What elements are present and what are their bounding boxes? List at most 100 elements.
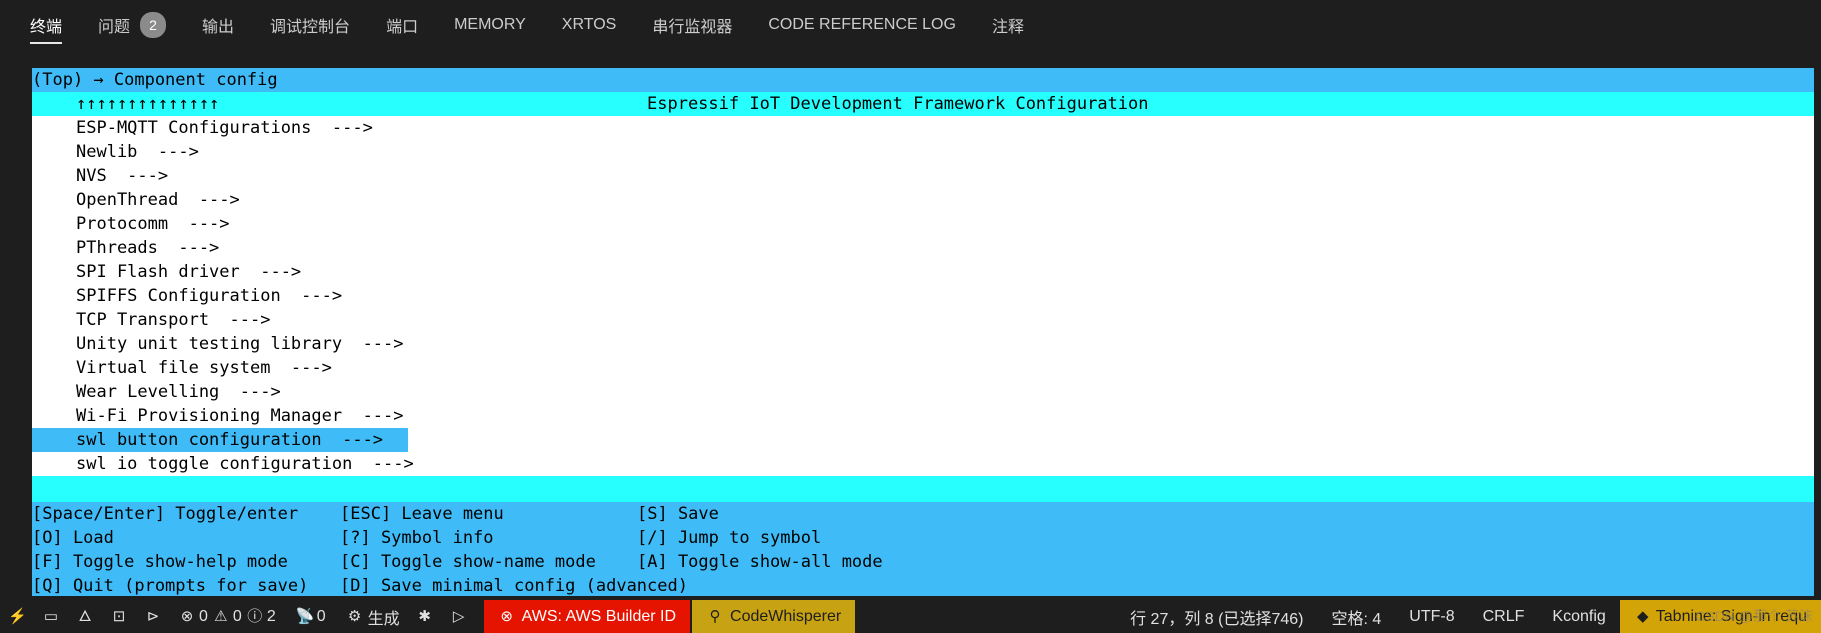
watermark: CSDN @那个 苏沫 <box>1695 608 1813 624</box>
menu-frame-title-bar: ↑↑↑↑↑↑↑↑↑↑↑↑↑↑ Espressif IoT Development… <box>32 92 1814 116</box>
status-bar: ⚡ ▭ 🜂 ⊡ ⊳ ⊗ 0 ⚠ 0 ⓘ 2 📡 0 ⚙ 生成 ✱ ▷ ⊗ AWS: AWS … <box>0 600 1821 633</box>
menu-item[interactable]: NVS ---> <box>32 164 1814 188</box>
tab-code-reference-log[interactable]: CODE REFERENCE LOG <box>768 2 956 48</box>
help-hint: [Space/Enter] Toggle/enter <box>32 504 299 524</box>
terminal-icon: ⊡ <box>112 607 126 625</box>
menu-item-label: Unity unit testing library ---> <box>76 334 404 354</box>
tab-output[interactable]: 输出 <box>202 2 234 48</box>
help-hint: [A] Toggle show-all mode <box>637 552 883 572</box>
build-button[interactable]: ⚙ 生成 <box>338 600 408 633</box>
end-of-line[interactable]: CRLF <box>1469 600 1539 633</box>
menu-item-label: Newlib ---> <box>76 142 199 162</box>
tab-ports-label: 端口 <box>386 19 419 36</box>
tab-xrtos[interactable]: XRTOS <box>562 2 617 48</box>
run-terminal-icon: ⊳ <box>146 607 160 625</box>
help-hint: [O] Load <box>32 528 114 548</box>
error-circle-icon: ⊗ <box>500 607 513 625</box>
info-icon: ⓘ <box>247 607 263 625</box>
tab-terminal[interactable]: 终端 <box>30 2 63 48</box>
menu-item-label: NVS ---> <box>76 166 169 186</box>
help-hint: [S] Save <box>637 504 719 524</box>
monitor-button[interactable]: ▭ <box>34 600 68 633</box>
menu-item[interactable]: TCP Transport ---> <box>32 308 1814 332</box>
menu-item-label: SPIFFS Configuration ---> <box>76 286 343 306</box>
indentation[interactable]: 空格: 4 <box>1318 600 1396 633</box>
help-hint: [/] Jump to symbol <box>637 528 822 548</box>
menu-item[interactable]: Protocomm ---> <box>32 212 1814 236</box>
broadcast-icon: 📡 <box>295 607 315 625</box>
terminal-button[interactable]: ⊡ <box>102 600 136 633</box>
aws-status[interactable]: ⊗ AWS: AWS Builder ID <box>483 600 691 633</box>
run-button[interactable]: ▷ <box>442 600 476 633</box>
monitor-icon: ▭ <box>43 607 59 625</box>
terminal-view[interactable]: (Top) → Component config ↑↑↑↑↑↑↑↑↑↑↑↑↑↑ … <box>32 68 1814 596</box>
menu-item[interactable]: Wi-Fi Provisioning Manager ---> <box>32 404 1814 428</box>
codewhisperer-label: CodeWhisperer <box>730 607 842 625</box>
tab-comments[interactable]: 注释 <box>992 2 1024 48</box>
gear-icon: ⚙ <box>347 607 362 625</box>
help-hint: [F] Toggle show-help mode <box>32 552 288 572</box>
run-terminal-button[interactable]: ⊳ <box>136 600 170 633</box>
tab-terminal-label: 终端 <box>30 19 63 36</box>
menu-item-label: SPI Flash driver ---> <box>76 262 302 282</box>
tab-serial-monitor[interactable]: 串行监视器 <box>652 2 732 48</box>
debug-button[interactable]: ✱ <box>408 600 442 633</box>
tab-problems[interactable]: 问题 2 <box>98 2 167 48</box>
info-count: 2 <box>266 607 276 625</box>
panel-tab-bar: 终端 问题 2 输出 调试控制台 端口 MEMORY XRTOS 串行监视器 CO… <box>0 0 1821 50</box>
tab-ports[interactable]: 端口 <box>386 2 418 48</box>
menu-item[interactable]: SPI Flash driver ---> <box>32 260 1814 284</box>
problems-status[interactable]: ⊗ 0 ⚠ 0 ⓘ 2 <box>170 600 288 633</box>
warning-icon: ⚠ <box>214 607 228 625</box>
menu-item[interactable]: swl io toggle configuration ---> <box>32 452 1814 476</box>
menu-item[interactable]: ESP-MQTT Configurations ---> <box>32 116 1814 140</box>
menu-item[interactable]: Newlib ---> <box>32 140 1814 164</box>
help-hint: [D] Save minimal config (advanced) <box>340 576 688 596</box>
aws-label: AWS: AWS Builder ID <box>521 607 677 625</box>
menu-item[interactable]: Unity unit testing library ---> <box>32 332 1814 356</box>
build-label: 生成 <box>367 610 400 628</box>
menu-item-label: TCP Transport ---> <box>76 310 271 330</box>
warning-count: 0 <box>232 607 242 625</box>
menu-item[interactable]: Wear Levelling ---> <box>32 380 1814 404</box>
tab-comments-label: 注释 <box>991 19 1024 36</box>
scroll-up-arrows: ↑↑↑↑↑↑↑↑↑↑↑↑↑↑ <box>76 94 220 114</box>
error-icon: ⊗ <box>180 607 194 625</box>
menu-item-label: OpenThread ---> <box>76 190 240 210</box>
menu-item-label: PThreads ---> <box>76 238 220 258</box>
flash-button[interactable]: ⚡ <box>0 600 34 633</box>
tabnine-icon: ◆ <box>1637 607 1649 625</box>
language-mode[interactable]: Kconfig <box>1538 600 1619 633</box>
tab-memory[interactable]: MEMORY <box>454 2 526 48</box>
help-row: [Q] Quit (prompts for save) [D] Save min… <box>32 574 1814 596</box>
ports-status[interactable]: 📡 0 <box>288 600 338 633</box>
help-row: [Space/Enter] Toggle/enter [ESC] Leave m… <box>32 502 1814 526</box>
ports-count: 0 <box>316 607 326 625</box>
help-row: [O] Load [?] Symbol info [/] Jump to sym… <box>32 526 1814 550</box>
play-icon: ▷ <box>452 607 465 625</box>
menu-item[interactable]: PThreads ---> <box>32 236 1814 260</box>
flame-button[interactable]: 🜂 <box>68 600 102 633</box>
cursor-position[interactable]: 行 27，列 8 (已选择746) <box>1116 600 1317 633</box>
help-hint: [C] Toggle show-name mode <box>340 552 596 572</box>
menu-item[interactable]: Virtual file system ---> <box>32 356 1814 380</box>
menu-item-label: swl io toggle configuration ---> <box>76 454 414 474</box>
bug-icon: ✱ <box>418 607 431 625</box>
tab-serial-monitor-label: 串行监视器 <box>652 19 733 36</box>
codewhisperer-status[interactable]: ⚲ CodeWhisperer <box>692 600 856 633</box>
menu-item-label: Wi-Fi Provisioning Manager ---> <box>76 406 404 426</box>
menu-item-label: Virtual file system ---> <box>76 358 332 378</box>
menu-item-label: Protocomm ---> <box>76 214 230 234</box>
tab-debug-console[interactable]: 调试控制台 <box>270 2 350 48</box>
menu-item-label: ESP-MQTT Configurations ---> <box>76 118 373 138</box>
tab-output-label: 输出 <box>202 19 235 36</box>
flame-icon: 🜂 <box>78 607 92 625</box>
menu-item[interactable]: SPIFFS Configuration ---> <box>32 284 1814 308</box>
menu-item[interactable]: OpenThread ---> <box>32 188 1814 212</box>
menu-item-selected[interactable]: swl button configuration ---> <box>32 428 408 452</box>
encoding[interactable]: UTF-8 <box>1395 600 1468 633</box>
menu-breadcrumb: (Top) → Component config <box>32 68 1814 92</box>
tab-problems-label: 问题 <box>98 19 131 36</box>
tab-memory-label: MEMORY <box>454 16 526 33</box>
menu-frame-bottom-bar <box>32 476 1814 502</box>
